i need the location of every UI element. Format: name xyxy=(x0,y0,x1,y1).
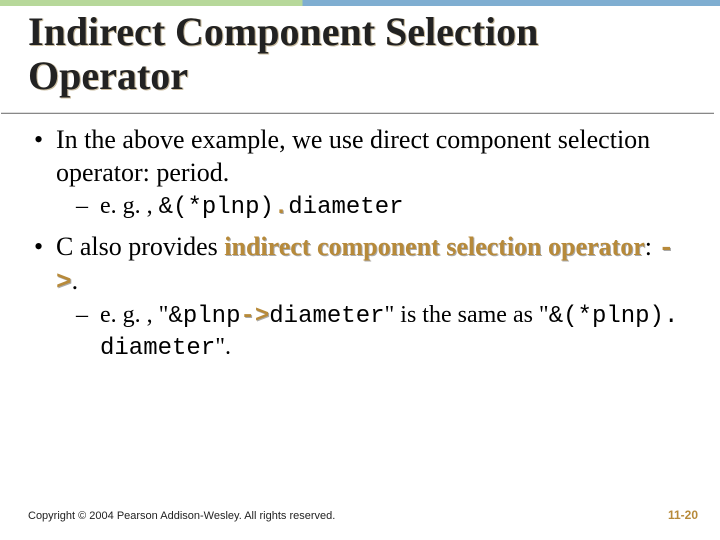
footer-pagenum: 11-20 xyxy=(668,508,698,522)
bullet-1-sub-1: e. g. , &(*plnp).diameter xyxy=(56,191,692,223)
bullet-1-text: In the above example, we use direct comp… xyxy=(56,125,650,187)
eg-prefix: e. g. , xyxy=(100,193,159,219)
bullet-2-highlight: indirect component selection operator xyxy=(224,232,645,261)
footer-copyright: Copyright © 2004 Pearson Addison-Wesley.… xyxy=(28,510,335,522)
code-b: diameter xyxy=(269,303,384,330)
bullet-2: C also provides indirect component selec… xyxy=(32,231,692,364)
bullet-1: In the above example, we use direct comp… xyxy=(32,124,692,223)
eg2-prefix: e. g. , " xyxy=(100,302,168,328)
code-a: &plnp xyxy=(168,303,240,330)
bullet-2-text-a: C also provides xyxy=(56,232,224,261)
eg2-mid: " is the same as " xyxy=(385,302,549,328)
slide-body: In the above example, we use direct comp… xyxy=(32,124,692,373)
top-stripe xyxy=(0,0,720,6)
code-member: diameter xyxy=(288,194,403,221)
slide: Indirect Component Selection Operator In… xyxy=(0,0,720,540)
arrow-inline-highlight: -> xyxy=(240,303,269,330)
bullet-2-text-b: : xyxy=(645,232,659,261)
code-deref: &(*plnp) xyxy=(159,194,274,221)
slide-title: Indirect Component Selection Operator xyxy=(28,10,692,98)
eg2-end: ". xyxy=(215,334,231,360)
dot-highlight: . xyxy=(274,194,288,221)
title-underline xyxy=(1,112,714,114)
bullet-2-text-c: . xyxy=(72,266,79,295)
bullet-2-sub-1: e. g. , "&plnp->diameter" is the same as… xyxy=(56,300,692,364)
